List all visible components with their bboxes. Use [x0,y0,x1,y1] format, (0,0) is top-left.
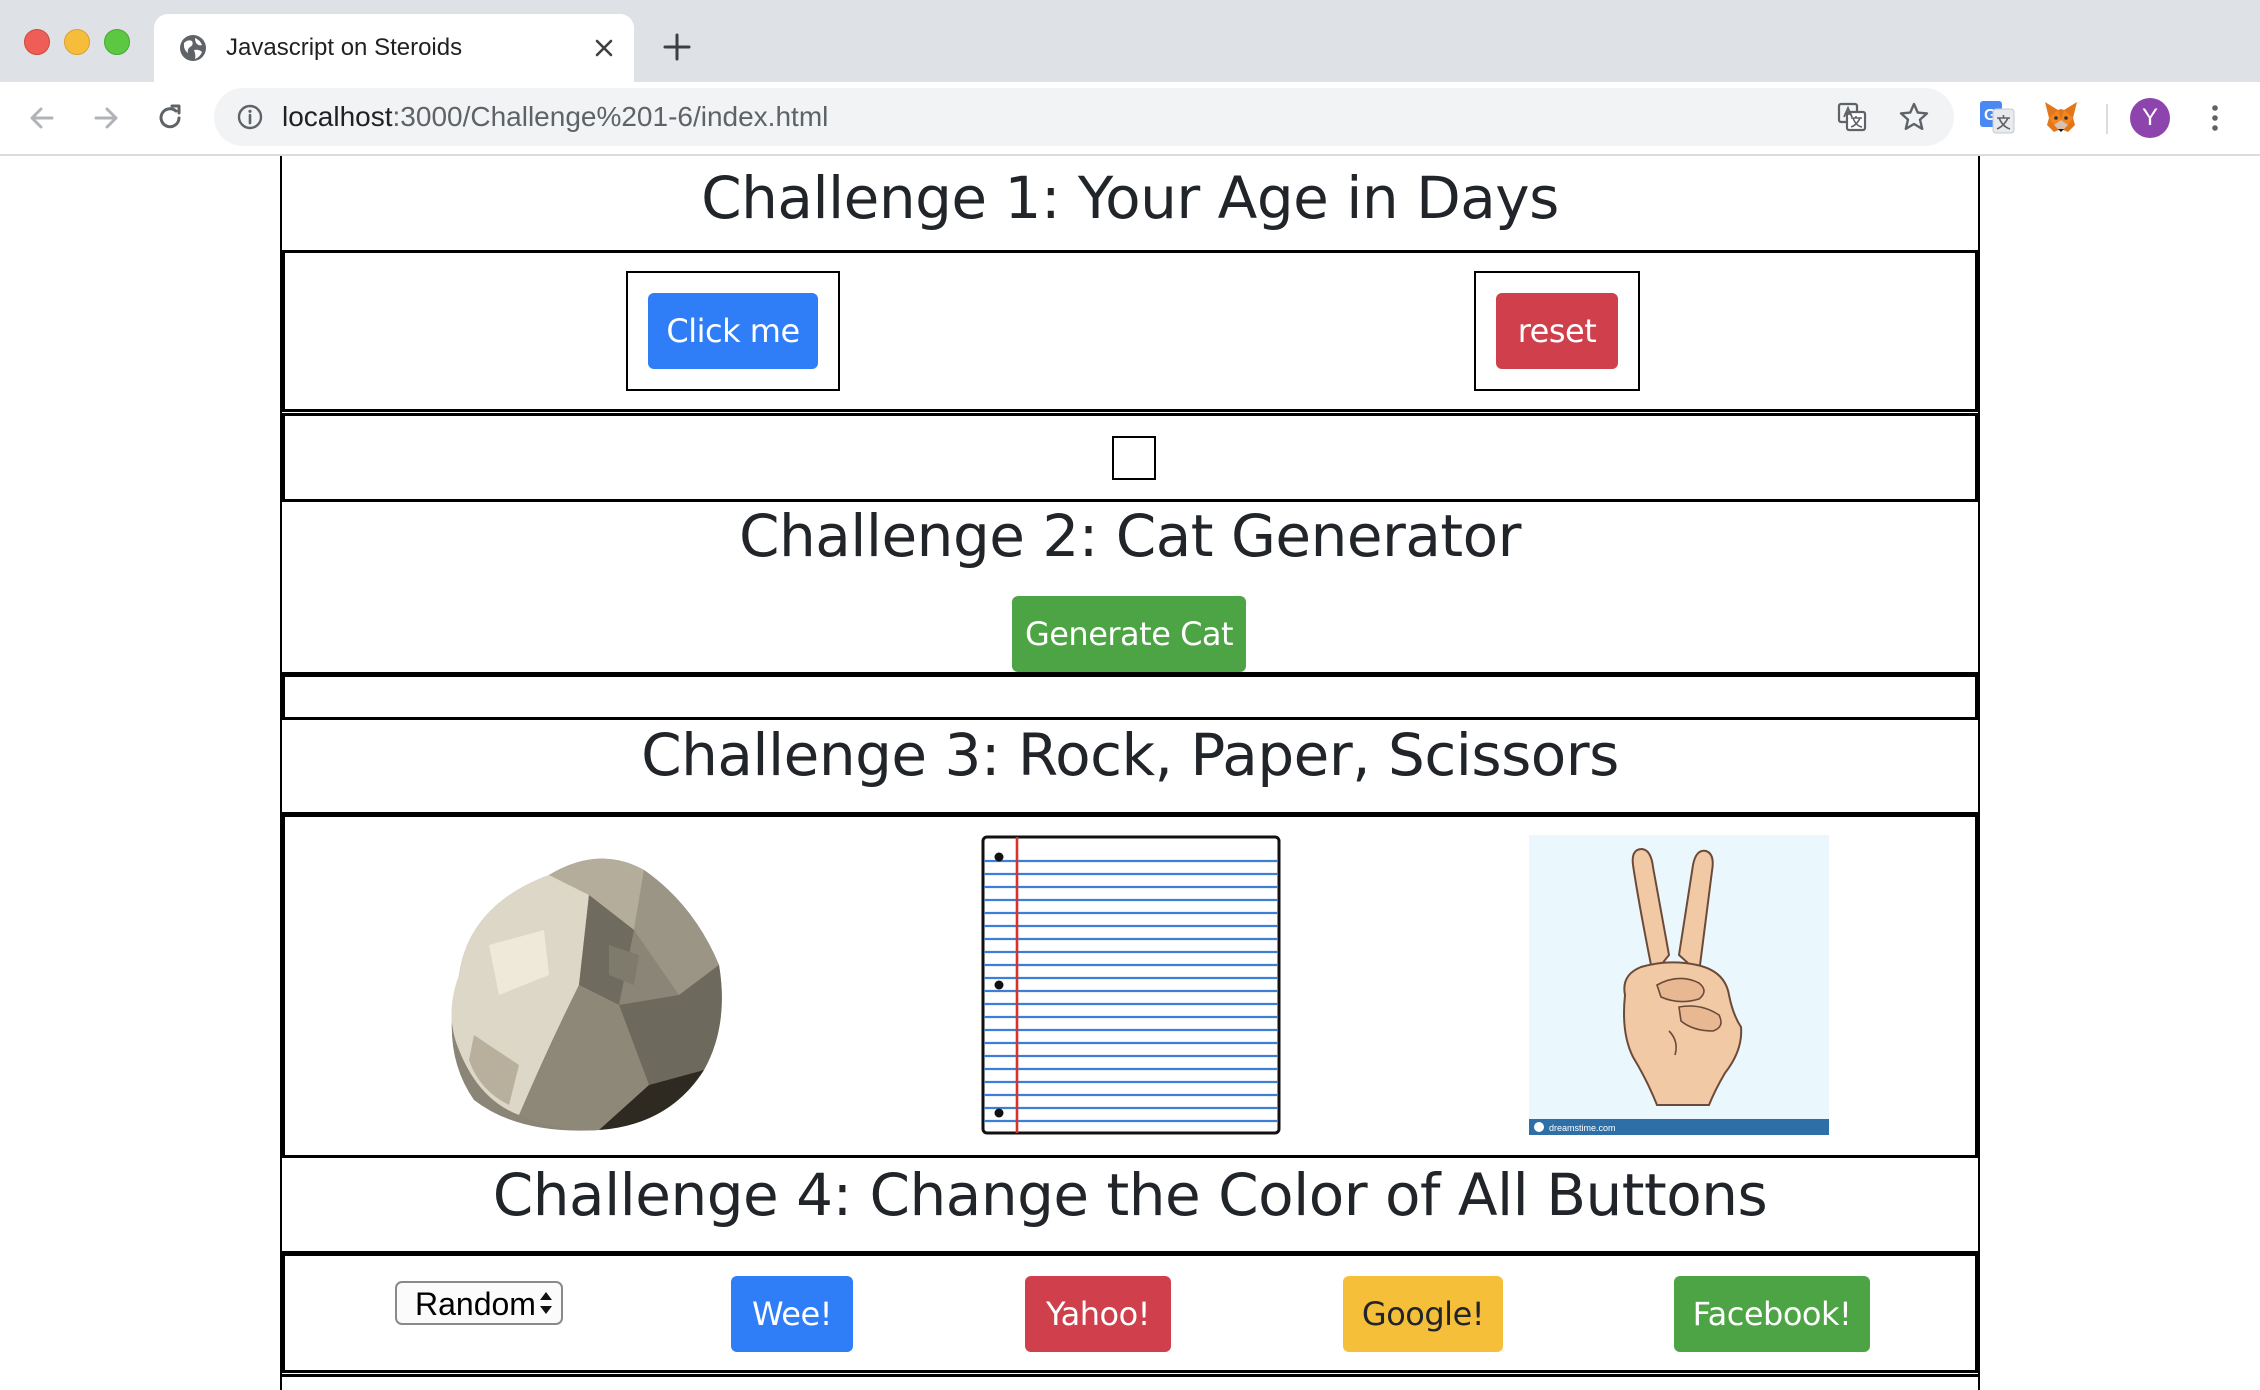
reset-wrapper: reset [1474,271,1640,391]
globe-icon [180,35,206,61]
reload-icon[interactable] [152,100,188,136]
tab-title: Javascript on Steroids [226,34,463,61]
url-text[interactable]: localhost:3000/Challenge%201-6/index.htm… [282,101,828,133]
browser-tab[interactable]: Javascript on Steroids [154,14,634,82]
challenge2-title: Challenge 2: Cat Generator [738,502,1522,570]
avatar[interactable]: Y [2130,98,2170,138]
wee-button[interactable]: Wee! [731,1276,853,1352]
challenge1-result [282,413,1978,502]
cat-flex-box [282,674,1978,720]
challenge1-controls: Click me reset [282,250,1978,412]
google-translate-icon[interactable]: G [1978,98,2016,136]
translate-icon[interactable] [1836,101,1868,133]
browser-titlebar: Javascript on Steroids [0,0,2260,82]
window-close-button[interactable] [24,29,50,55]
metamask-fox-icon[interactable] [2042,98,2080,136]
menu-dots-icon[interactable] [2200,100,2230,136]
browser-toolbar: localhost:3000/Challenge%201-6/index.htm… [0,82,2260,156]
rock-image[interactable] [429,835,729,1135]
back-icon[interactable] [24,100,60,136]
info-icon[interactable] [236,103,264,131]
challenge1-title: Challenge 1: Your Age in Days [701,164,1559,232]
scissors-caption: dreamstime.com [1549,1123,1616,1133]
toolbar-separator [2106,104,2108,134]
next-section-edge [282,1374,1978,1390]
click-me-button[interactable]: Click me [648,293,818,369]
rps-choices: dreamstime.com [282,814,1978,1158]
paper-image[interactable] [981,835,1281,1135]
generate-cat-button[interactable]: Generate Cat [1012,596,1246,672]
challenge1-header: Challenge 1: Your Age in Days [282,156,1978,252]
facebook-button[interactable]: Facebook! [1674,1276,1870,1352]
age-result-box [1112,436,1156,480]
scissors-image[interactable]: dreamstime.com [1529,835,1829,1135]
reset-button[interactable]: reset [1496,293,1618,369]
window-minimize-button[interactable] [64,29,90,55]
color-select-value: Random [415,1286,536,1322]
forward-icon[interactable] [88,100,124,136]
window-zoom-button[interactable] [104,29,130,55]
challenge3-header: Challenge 3: Rock, Paper, Scissors [282,721,1978,814]
close-icon[interactable] [592,36,616,60]
star-icon[interactable] [1898,101,1930,133]
url-host: localhost [282,101,393,132]
challenge4-header: Challenge 4: Change the Color of All But… [282,1159,1978,1253]
page-container: Challenge 1: Your Age in Days Click me r… [280,156,1980,1390]
click-me-wrapper: Click me [626,271,840,391]
challenge4-title: Challenge 4: Change the Color of All But… [492,1161,1768,1229]
yahoo-button[interactable]: Yahoo! [1025,1276,1171,1352]
chevron-updown-icon [540,1292,552,1314]
google-button[interactable]: Google! [1343,1276,1503,1352]
plus-icon[interactable] [660,30,694,64]
challenge3-title: Challenge 3: Rock, Paper, Scissors [641,721,1619,789]
url-path: :3000/Challenge%201-6/index.html [392,101,829,132]
challenge4-controls: Random Wee! Yahoo! Google! Facebook! [282,1253,1978,1373]
address-bar[interactable]: localhost:3000/Challenge%201-6/index.htm… [214,88,1954,146]
challenge2-section: Challenge 2: Cat Generator Generate Cat [282,502,1978,674]
color-select[interactable]: Random [395,1281,563,1325]
